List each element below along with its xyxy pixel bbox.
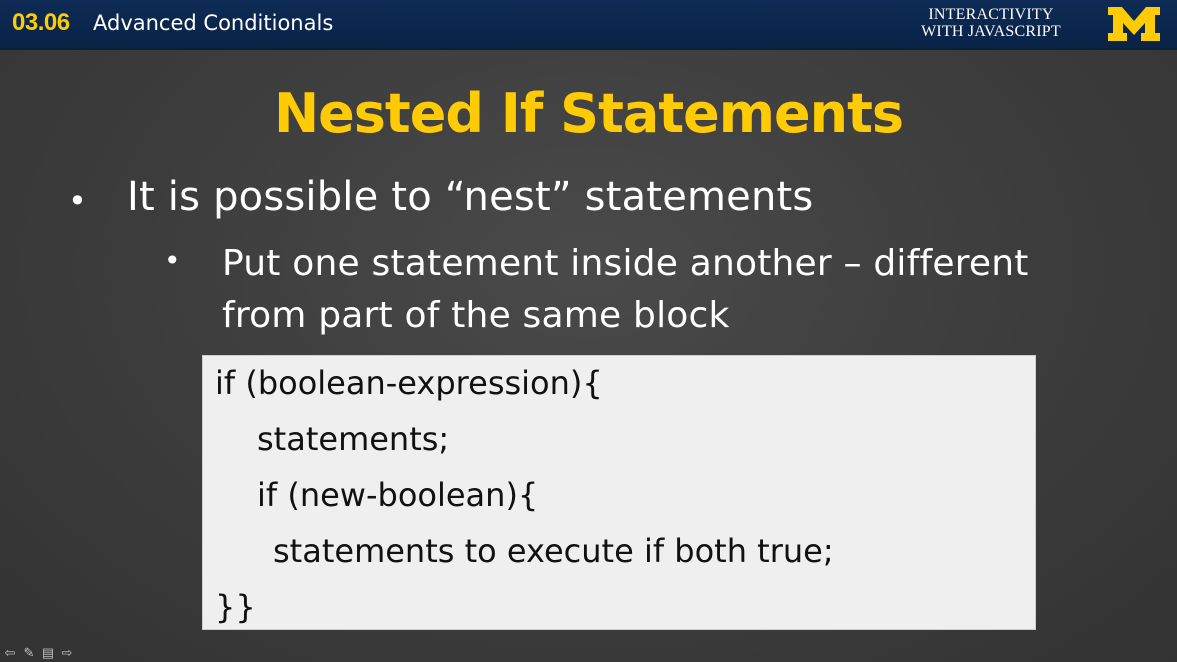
arrow-right-icon[interactable]: ⇨: [59, 646, 75, 660]
block-m-logo: [1108, 7, 1160, 41]
slide-title: Nested If Statements: [273, 82, 904, 145]
menu-icon[interactable]: ▤: [40, 646, 56, 660]
bullet-dot-2: •: [164, 244, 181, 277]
lesson-number: 03.06: [12, 9, 70, 36]
bullet-dot-1: •: [68, 182, 87, 220]
header-bar: 03.06 Advanced Conditionals INTERACTIVIT…: [0, 0, 1177, 50]
code-example-box: if (boolean-expression){ statements; if …: [202, 355, 1036, 630]
course-name: INTERACTIVITY WITH JAVASCRIPT: [901, 6, 1081, 40]
slide: 03.06 Advanced Conditionals INTERACTIVIT…: [0, 0, 1177, 662]
code-line: if (new-boolean){: [257, 476, 539, 514]
bullet-text-1: It is possible to “nest” statements: [127, 174, 814, 220]
bullet-text-2: Put one statement inside another – diffe…: [222, 243, 1029, 336]
course-name-line1: INTERACTIVITY: [928, 6, 1054, 23]
pen-icon[interactable]: ✎: [21, 646, 37, 660]
course-name-line2: WITH JAVASCRIPT: [921, 23, 1061, 40]
code-line: statements;: [257, 420, 450, 458]
slide-controls: ⇦ ✎ ▤ ⇨: [2, 645, 75, 661]
code-line: }}: [215, 588, 256, 626]
code-line: statements to execute if both true;: [273, 532, 834, 570]
arrow-left-icon[interactable]: ⇦: [2, 646, 18, 660]
code-line: if (boolean-expression){: [215, 364, 603, 402]
lesson-title: Advanced Conditionals: [93, 11, 334, 35]
